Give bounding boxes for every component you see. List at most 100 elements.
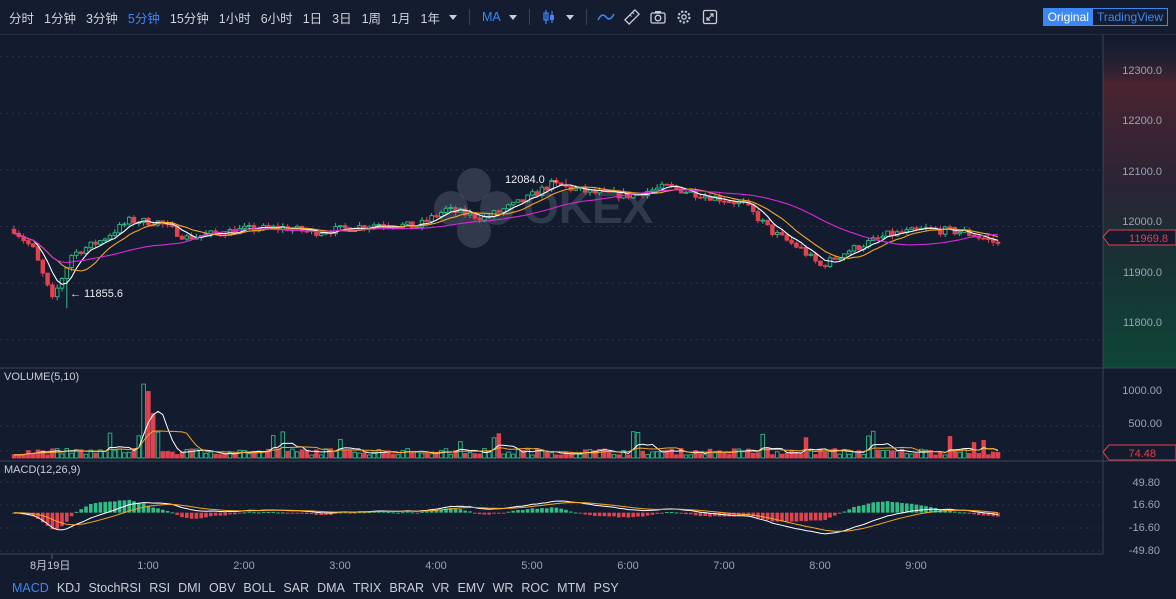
macd-histogram-bar — [410, 512, 415, 514]
timeframe-option[interactable]: 5分钟 — [123, 8, 165, 27]
time-axis: 8月19日 1:00 2:00 3:00 4:00 5:00 6:00 7:00… — [30, 554, 927, 572]
timeframe-more-caret-icon[interactable] — [448, 14, 457, 20]
volume-bar — [83, 453, 89, 459]
fullscreen-icon[interactable] — [699, 6, 721, 28]
time-label: 9:00 — [905, 560, 926, 572]
candle-body — [520, 199, 526, 203]
indicator-tab[interactable]: WR — [489, 581, 518, 595]
macd-histogram-bar — [597, 512, 602, 517]
candle-body — [443, 207, 449, 213]
candle-body — [794, 242, 799, 248]
timeframe-option[interactable]: 1小时 — [214, 8, 256, 27]
timeframe-option[interactable]: 3分钟 — [81, 8, 123, 27]
timeframe-option[interactable]: 3日 — [327, 8, 356, 27]
candle-body — [659, 183, 665, 189]
macd-histogram-bar — [957, 512, 962, 514]
timeframe-option[interactable]: 15分钟 — [165, 8, 214, 27]
candle-body — [885, 230, 890, 237]
volume-bar — [405, 448, 410, 459]
candle-body — [83, 247, 89, 255]
volume-bar — [587, 449, 593, 459]
chart-canvas[interactable]: OKEX 12300.0 12200.0 12100.0 12000.0 119… — [0, 34, 1176, 577]
indicator-select-button[interactable]: MA — [476, 10, 505, 24]
macd-tick: -49.80 — [1129, 545, 1160, 557]
macd-histogram-bar — [626, 512, 631, 518]
macd-histogram-bar — [511, 510, 515, 513]
macd-histogram-bar — [209, 512, 213, 517]
timeframe-option[interactable]: 分时 — [4, 8, 39, 27]
volume-bar — [45, 454, 50, 459]
timeframe-option[interactable]: 6小时 — [256, 8, 298, 27]
macd-histogram-bar — [396, 512, 400, 514]
candle-type-icon[interactable] — [538, 6, 560, 28]
volume-bar — [558, 454, 564, 459]
macd-histogram-bar — [276, 512, 280, 514]
indicator-tab[interactable]: MTM — [553, 581, 589, 595]
indicator-tab[interactable]: OBV — [205, 581, 239, 595]
indicator-tab[interactable]: MACD — [0, 581, 53, 595]
macd-histogram-bar — [770, 512, 775, 522]
volume-bar — [995, 452, 1001, 459]
volume-bar — [894, 450, 900, 459]
volume-bar — [846, 453, 852, 459]
indicator-tab[interactable]: RSI — [145, 581, 174, 595]
timeframe-option[interactable]: 1分钟 — [39, 8, 81, 27]
indicator-tab[interactable]: StochRSI — [84, 581, 145, 595]
volume-bar — [381, 451, 386, 459]
volume-bar — [578, 453, 583, 459]
volume-bar — [222, 453, 228, 459]
macd-histogram-bar — [828, 512, 832, 518]
macd-histogram-bar — [669, 511, 674, 513]
macd-histogram-bar — [261, 511, 266, 513]
camera-icon[interactable] — [647, 6, 669, 28]
macd-histogram-bar — [453, 508, 458, 513]
indicator-tab[interactable]: PSY — [590, 581, 623, 595]
macd-histogram-bar — [641, 512, 645, 517]
candle-body — [64, 266, 70, 279]
volume-bar — [126, 451, 132, 459]
volume-bar — [304, 449, 310, 459]
candle-body — [544, 186, 550, 191]
volume-bar — [688, 454, 694, 459]
view-tradingview-button[interactable]: TradingView — [1092, 9, 1167, 25]
timeframe-option[interactable]: 1月 — [386, 8, 415, 27]
line-indicator-icon[interactable] — [595, 6, 617, 28]
macd-dea-line — [14, 501, 999, 532]
volume-bar — [179, 451, 185, 459]
candle-body — [342, 225, 348, 229]
volume-bar — [170, 451, 175, 459]
current-price-label: 11969.8 — [1129, 233, 1168, 245]
macd-histogram-bar — [84, 506, 88, 513]
macd-histogram-bar — [501, 512, 506, 514]
candle-body — [78, 251, 84, 255]
timeframe-option[interactable]: 1周 — [357, 8, 386, 27]
volume-bar — [707, 448, 713, 459]
volume-bar — [966, 453, 972, 459]
indicator-tab[interactable]: DMA — [313, 581, 349, 595]
candle-body — [664, 183, 670, 186]
indicator-tab[interactable]: EMV — [453, 581, 488, 595]
volume-bar — [400, 450, 406, 459]
indicator-tab[interactable]: BRAR — [385, 581, 428, 595]
indicator-tab[interactable]: BOLL — [239, 581, 279, 595]
indicator-tab[interactable]: TRIX — [349, 581, 385, 595]
indicator-tab[interactable]: SAR — [279, 581, 313, 595]
candle-body — [126, 216, 132, 225]
candle-type-caret-icon[interactable] — [565, 14, 574, 20]
indicator-tab[interactable]: VR — [428, 581, 453, 595]
indicator-tab[interactable]: KDJ — [53, 581, 85, 595]
timeframe-option[interactable]: 1年 — [416, 8, 445, 27]
volume-bar — [803, 437, 809, 459]
macd-histogram-bar — [266, 511, 271, 513]
candle-body — [501, 208, 506, 213]
candle-body — [909, 227, 914, 231]
timeframe-option[interactable]: 1日 — [298, 8, 327, 27]
ruler-icon[interactable] — [621, 6, 643, 28]
macd-histogram-bar — [852, 506, 856, 513]
volume-bar — [539, 449, 545, 459]
settings-icon[interactable] — [673, 6, 695, 28]
indicator-tab[interactable]: DMI — [174, 581, 205, 595]
indicator-caret-icon[interactable] — [508, 14, 517, 20]
view-original-button[interactable]: Original — [1043, 9, 1093, 25]
indicator-tab[interactable]: ROC — [517, 581, 553, 595]
